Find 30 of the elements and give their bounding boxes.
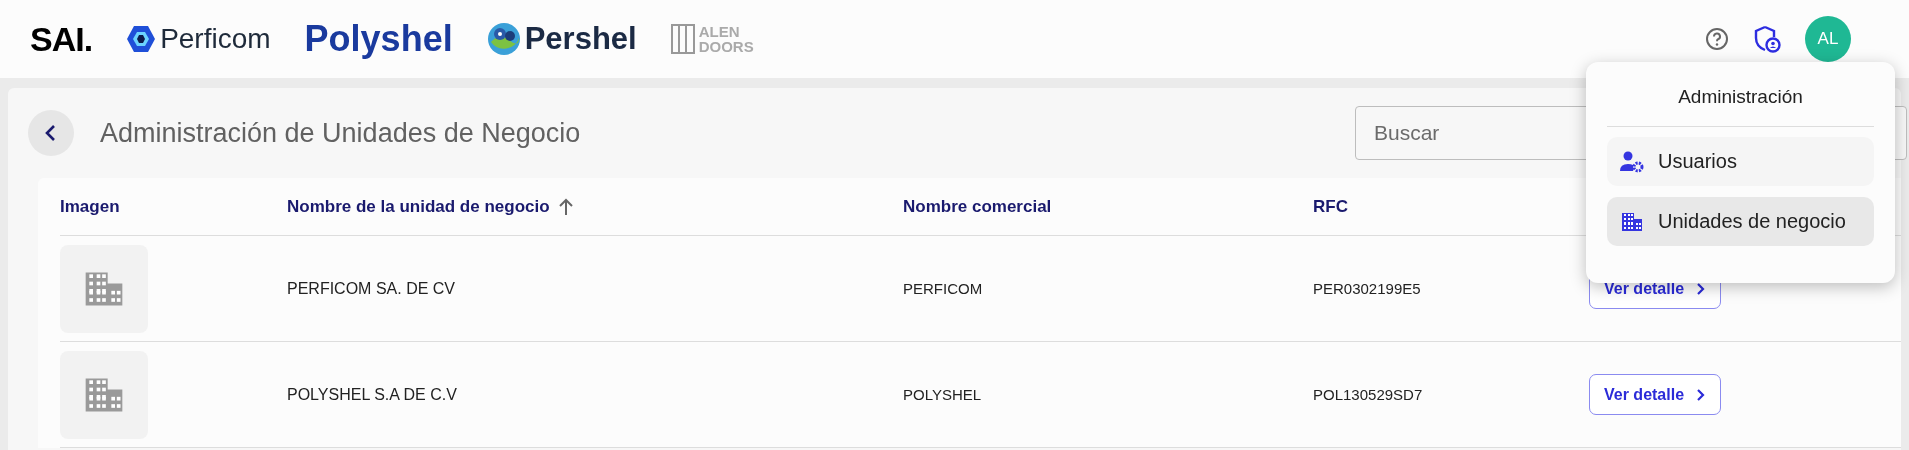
page-title: Administración de Unidades de Negocio	[100, 117, 582, 149]
door-icon	[670, 24, 695, 54]
column-header: RFC	[1313, 196, 1348, 217]
chevron-right-icon	[1696, 281, 1707, 296]
hexagon-icon	[126, 25, 157, 53]
table-cell: PERFICOM	[903, 280, 983, 297]
menu-title: Administración	[1607, 62, 1874, 127]
user-gear-icon	[1620, 150, 1644, 173]
back-button[interactable]	[28, 110, 74, 156]
shield-user-icon[interactable]	[1753, 25, 1781, 53]
brand-logo-text: Pershel	[524, 21, 637, 57]
help-icon[interactable]	[1705, 27, 1729, 51]
brand-logo-text: Perficom	[160, 23, 271, 55]
table-cell: POLYSHEL S.A DE C.V	[287, 385, 457, 404]
table-cell: POL130529SD7	[1313, 386, 1423, 403]
column-header[interactable]: Nombre de la unidad de negocio	[287, 196, 574, 217]
details-button[interactable]: Ver detalle	[1589, 374, 1722, 415]
table-cell: PERFICOM SA. DE CV	[287, 279, 456, 298]
table-cell: POLYSHEL	[903, 386, 982, 403]
chevron-left-icon	[44, 124, 58, 142]
brand-logo-text: SAI.	[30, 19, 93, 59]
menu-item[interactable]: Unidades de negocio	[1607, 197, 1874, 246]
column-header: Imagen	[60, 196, 120, 217]
gear-globe-icon	[486, 22, 521, 56]
column-header: Nombre comercial	[903, 196, 1052, 217]
chevron-right-icon	[1696, 387, 1707, 402]
table-cell: PER0302199E5	[1313, 280, 1421, 297]
sort-up-icon[interactable]	[557, 197, 574, 216]
brand-logo-text: Polyshel	[304, 18, 453, 60]
menu-item[interactable]: Usuarios	[1607, 137, 1874, 186]
